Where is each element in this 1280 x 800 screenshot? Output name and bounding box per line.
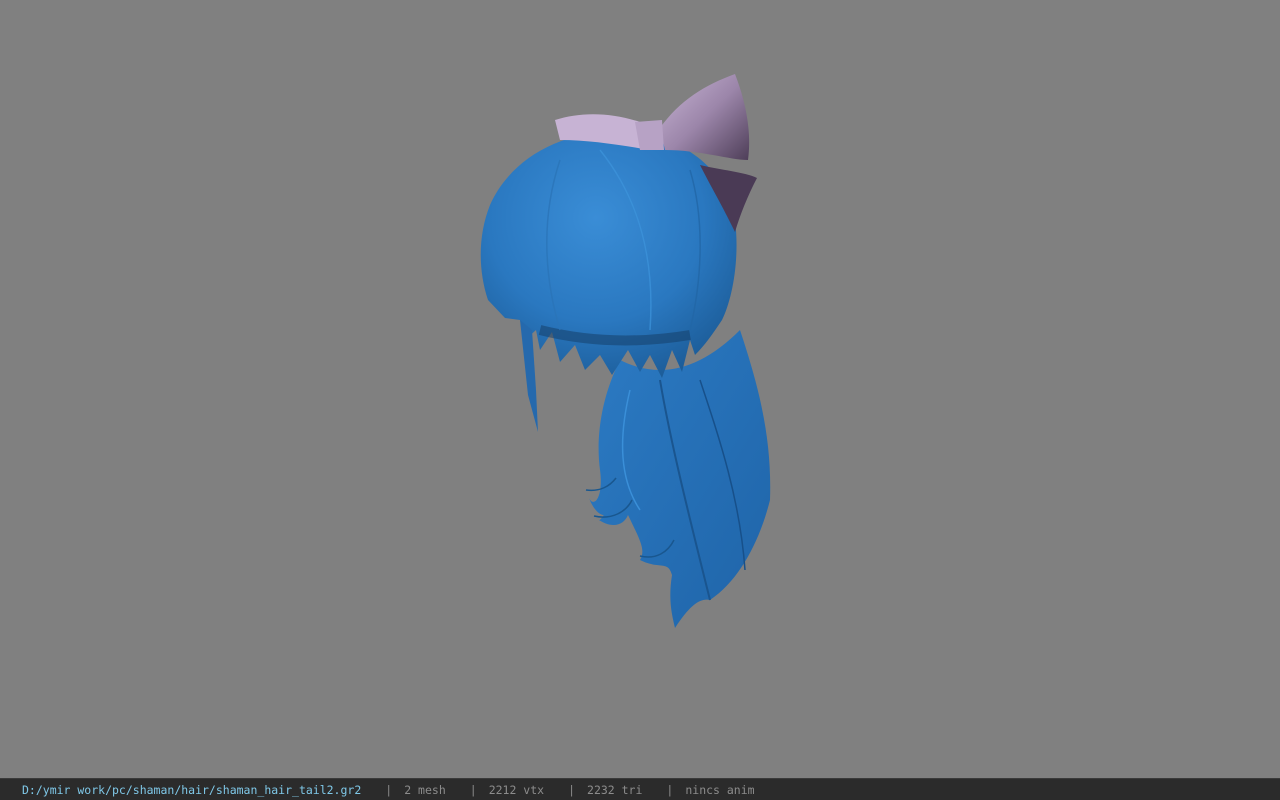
- status-separator: |: [385, 782, 393, 797]
- file-path-label: D:/ymir work/pc/shaman/hair/shaman_hair_…: [22, 782, 362, 797]
- hair-model-render[interactable]: [0, 0, 1280, 778]
- 3d-viewport[interactable]: [0, 0, 1280, 778]
- animation-status-label: nincs anim: [685, 782, 755, 797]
- hair-tail: [585, 330, 771, 628]
- status-separator: |: [568, 782, 576, 797]
- status-separator: |: [666, 782, 674, 797]
- status-separator: |: [469, 782, 477, 797]
- mesh-count-label: 2 mesh: [404, 782, 446, 797]
- triangle-count-label: 2232 tri: [587, 782, 643, 797]
- status-bar: D:/ymir work/pc/shaman/hair/shaman_hair_…: [0, 778, 1280, 800]
- vertex-count-label: 2212 vtx: [488, 782, 545, 797]
